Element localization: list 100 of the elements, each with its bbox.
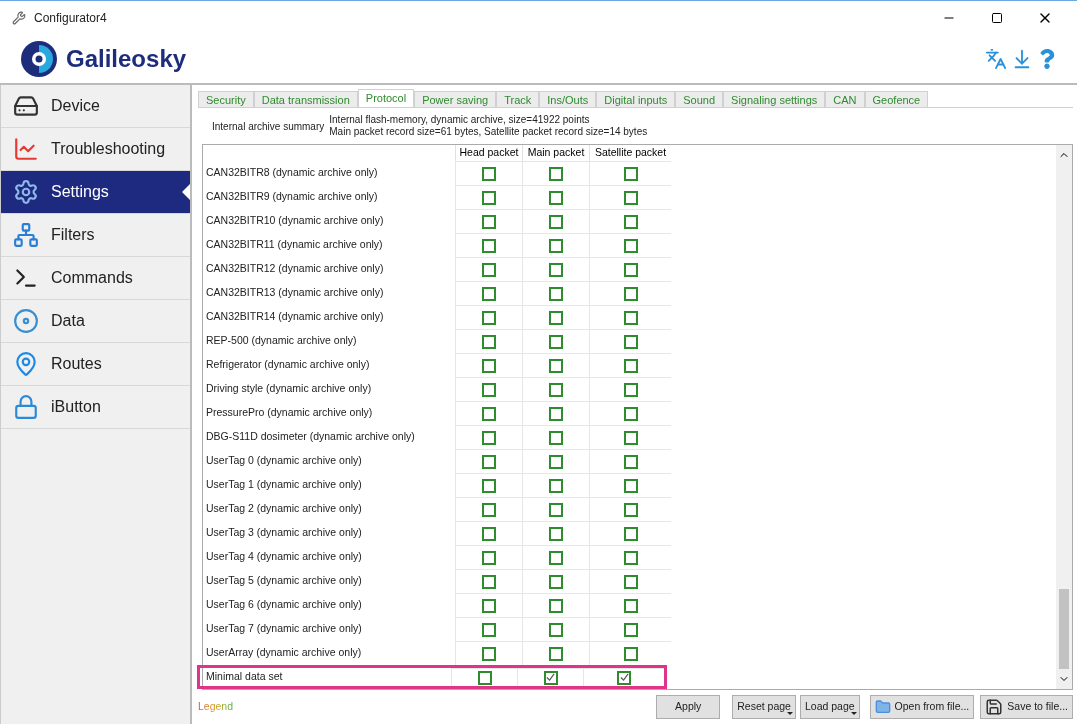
checkbox[interactable] [549, 502, 563, 517]
checkbox[interactable] [482, 574, 496, 589]
checkbox[interactable] [549, 214, 563, 229]
disc-icon [13, 308, 39, 334]
checkbox[interactable] [549, 574, 563, 589]
chart-icon [13, 136, 39, 162]
checkbox[interactable] [549, 430, 563, 445]
checkbox[interactable] [482, 598, 496, 613]
checkbox[interactable] [549, 166, 563, 181]
checkbox[interactable] [623, 454, 638, 469]
footer-button[interactable]: Load page [799, 695, 860, 719]
selection-pointer-icon [182, 184, 190, 200]
scrollbar[interactable] [1056, 145, 1072, 689]
checkbox[interactable] [623, 238, 638, 253]
tab[interactable]: Signaling settings [723, 91, 826, 107]
checkbox[interactable] [623, 478, 638, 493]
checkbox[interactable] [623, 646, 638, 661]
scroll-thumb[interactable] [1059, 589, 1069, 669]
sidebar-item[interactable]: Settings [1, 171, 190, 214]
checkbox[interactable] [549, 382, 563, 397]
checkbox[interactable] [482, 358, 496, 373]
checkbox[interactable] [482, 550, 496, 565]
checkbox[interactable] [623, 430, 638, 445]
sidebar-item[interactable]: Commands [1, 257, 190, 300]
checkbox[interactable] [549, 310, 563, 325]
tab[interactable]: Data transmission [253, 91, 358, 107]
checkbox[interactable] [482, 262, 496, 277]
checkbox[interactable] [549, 334, 563, 349]
checkbox[interactable] [617, 670, 632, 685]
checkbox[interactable] [482, 334, 496, 349]
tab[interactable]: Ins/Outs [539, 91, 597, 107]
checkbox[interactable] [549, 238, 563, 253]
maximize-icon[interactable] [991, 12, 1003, 24]
checkbox[interactable] [549, 598, 563, 613]
checkbox[interactable] [623, 502, 638, 517]
checkbox[interactable] [549, 406, 563, 421]
checkbox[interactable] [482, 406, 496, 421]
tab[interactable]: Geofence [864, 91, 929, 107]
checkbox[interactable] [623, 550, 638, 565]
checkbox[interactable] [482, 382, 496, 397]
checkbox[interactable] [482, 190, 496, 205]
row-label: Minimal data set [205, 669, 284, 685]
checkbox[interactable] [623, 406, 638, 421]
tab[interactable]: Track [496, 91, 540, 107]
checkbox[interactable] [549, 358, 563, 373]
checkbox[interactable] [477, 670, 492, 685]
checkbox[interactable] [623, 622, 638, 637]
checkbox[interactable] [482, 430, 496, 445]
tab[interactable]: Digital inputs [596, 91, 676, 107]
tab[interactable]: Sound [675, 91, 724, 107]
sidebar-item[interactable]: Filters [1, 214, 190, 257]
checkbox[interactable] [549, 190, 563, 205]
checkbox[interactable] [623, 526, 638, 541]
checkbox[interactable] [623, 214, 638, 229]
checkbox[interactable] [482, 166, 496, 181]
checkbox[interactable] [482, 646, 496, 661]
checkbox[interactable] [623, 286, 638, 301]
sidebar-item[interactable]: Routes [1, 343, 190, 386]
checkbox[interactable] [549, 286, 563, 301]
footer-button[interactable]: Apply [656, 695, 721, 719]
checkbox[interactable] [482, 286, 496, 301]
checkbox[interactable] [482, 526, 496, 541]
checkbox[interactable] [482, 214, 496, 229]
checkbox[interactable] [482, 478, 496, 493]
checkbox[interactable] [623, 598, 638, 613]
checkbox[interactable] [549, 526, 563, 541]
checkbox[interactable] [482, 310, 496, 325]
checkbox[interactable] [549, 262, 563, 277]
footer-button[interactable]: Save to file... [980, 695, 1073, 719]
sidebar-item[interactable]: Data [1, 300, 190, 343]
checkbox[interactable] [549, 646, 563, 661]
row-label: CAN32BITR14 (dynamic archive only) [205, 309, 385, 325]
checkbox[interactable] [623, 262, 638, 277]
checkbox[interactable] [482, 454, 496, 469]
checkbox[interactable] [549, 454, 563, 469]
checkbox[interactable] [482, 238, 496, 253]
checkbox[interactable] [482, 502, 496, 517]
footer-button[interactable]: Reset page [732, 695, 796, 719]
tab[interactable]: CAN [825, 91, 865, 107]
checkbox[interactable] [549, 478, 563, 493]
checkbox[interactable] [623, 166, 638, 181]
tab[interactable]: Protocol [357, 89, 415, 107]
checkbox[interactable] [543, 670, 558, 685]
sidebar-item[interactable]: Device [1, 85, 190, 128]
checkbox[interactable] [623, 382, 638, 397]
checkbox[interactable] [482, 622, 496, 637]
checkbox[interactable] [623, 190, 638, 205]
checkbox[interactable] [623, 574, 638, 589]
checkbox[interactable] [623, 358, 638, 373]
sidebar-item[interactable]: iButton [1, 386, 190, 429]
checkbox[interactable] [549, 550, 563, 565]
tab[interactable]: Power saving [414, 91, 497, 107]
summary-text: Main packet record size=61 bytes, Satellite packet record size=14 bytes [329, 126, 648, 138]
checkbox[interactable] [623, 310, 638, 325]
tab[interactable]: Security [198, 91, 254, 107]
checkbox[interactable] [623, 334, 638, 349]
folder-icon [874, 699, 891, 715]
language-icon[interactable] [985, 48, 1007, 70]
footer-button[interactable]: Open from file... [869, 695, 975, 719]
checkbox[interactable] [549, 622, 563, 637]
